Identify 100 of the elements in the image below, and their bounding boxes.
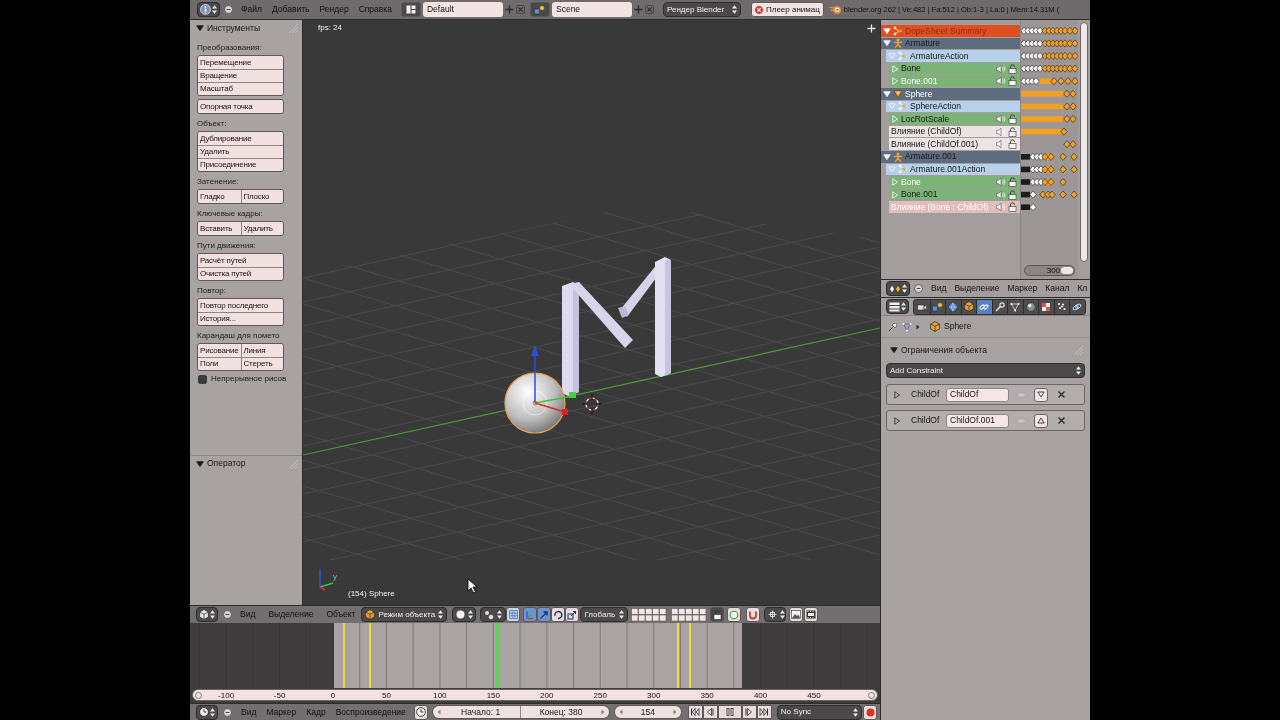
constraint-name-field[interactable]: ChildOf (946, 387, 1009, 402)
manipulator-button[interactable] (551, 607, 566, 622)
triangle-down-icon[interactable] (883, 26, 891, 35)
properties-tab[interactable] (1069, 299, 1085, 314)
tool-button[interactable]: Расчёт путей (198, 254, 283, 267)
editor-type-button[interactable] (886, 299, 909, 314)
menu-item[interactable]: Кл (1077, 284, 1088, 293)
channel-row[interactable]: Bone (889, 62, 1021, 75)
jump-start-button[interactable] (687, 705, 703, 719)
manipulator-button[interactable] (537, 607, 552, 622)
speaker-icon[interactable] (996, 202, 1007, 213)
lock-icon[interactable] (1008, 63, 1018, 74)
lock-icon[interactable] (1008, 202, 1018, 213)
tool-button[interactable]: Опорная точка (198, 100, 283, 113)
panel-title[interactable]: Оператор (207, 459, 246, 468)
speaker-icon[interactable] (996, 76, 1007, 87)
editor-type-button[interactable] (196, 607, 218, 622)
shading-dropdown[interactable] (452, 607, 477, 622)
timeline-ruler[interactable]: -100 -50 0 50 100 150 200 250 300 350 400 450 (192, 689, 878, 701)
scroll-handle-icon[interactable] (868, 691, 875, 699)
scroll-handle-icon[interactable] (195, 691, 202, 699)
channel-row[interactable]: Влияние (ChildOf.001) (889, 138, 1021, 150)
close-icon[interactable] (645, 5, 654, 14)
menu-item[interactable]: Вид (240, 610, 256, 619)
chevron-left-icon[interactable] (618, 709, 623, 715)
tool-button[interactable]: Поли (198, 357, 241, 370)
move-up-button[interactable] (1034, 413, 1048, 428)
lock-icon[interactable] (1008, 113, 1018, 124)
channel-row[interactable]: Влияние (ChildOf) (889, 125, 1021, 138)
channel-row[interactable]: Sphere (881, 87, 1021, 100)
menu-item[interactable]: Маркер (266, 707, 297, 717)
speaker-icon[interactable] (996, 139, 1007, 150)
pin-icon[interactable] (888, 321, 898, 332)
pivot-dropdown[interactable] (480, 607, 507, 622)
lock-icon[interactable] (1008, 176, 1018, 187)
tool-button[interactable]: Гладко (198, 190, 241, 203)
editor-type-button[interactable] (197, 2, 220, 17)
tool-button[interactable]: Линия (240, 344, 283, 357)
vertical-scrollbar[interactable] (1080, 22, 1089, 262)
record-button[interactable] (863, 704, 877, 720)
triangle-right-icon[interactable] (893, 416, 901, 425)
add-constraint-dropdown[interactable]: Add Constraint (886, 363, 1085, 378)
drag-handle-icon[interactable] (286, 458, 298, 469)
layout-button[interactable] (401, 2, 421, 17)
properties-tab[interactable] (976, 299, 992, 314)
tool-button[interactable]: Дублирование (198, 132, 283, 145)
mode-dropdown[interactable]: Режим объекта (361, 607, 448, 622)
menu-item[interactable]: Кадр (306, 707, 326, 717)
tool-button[interactable]: Вращение (198, 69, 283, 82)
channel-row[interactable]: Armature.001Action (886, 163, 1021, 176)
menu-item[interactable]: Воспроизведение (335, 707, 406, 717)
menu-item[interactable]: Файл (241, 5, 262, 14)
render-engine-dropdown[interactable]: Рендер Blender (663, 2, 741, 17)
tool-button[interactable]: Рисование (198, 344, 241, 357)
tool-button[interactable]: Удалить (198, 145, 283, 158)
chevron-right-icon[interactable] (672, 709, 677, 715)
tool-button[interactable]: Вставить (198, 222, 241, 235)
triangle-down-icon[interactable] (883, 89, 891, 98)
manipulator-button[interactable] (565, 607, 580, 622)
drag-handle-icon[interactable] (1071, 345, 1083, 355)
screen-name-field[interactable]: Default (423, 2, 503, 17)
menu-item[interactable]: Вид (931, 284, 947, 293)
tool-button[interactable]: Очистка путей (198, 267, 283, 280)
drag-handle-icon[interactable] (286, 23, 298, 33)
tool-button[interactable]: Повтор последнего (198, 299, 283, 312)
speaker-icon[interactable] (996, 63, 1007, 74)
render-animation-button[interactable] (804, 607, 819, 622)
snap-element-dropdown[interactable] (764, 607, 787, 622)
minus-circle-icon[interactable] (914, 284, 923, 293)
lock-icon[interactable] (1008, 139, 1018, 150)
tool-button[interactable]: Плоско (240, 190, 283, 203)
menu-item[interactable]: Вид (241, 707, 257, 717)
playback-button[interactable]: Плеер анимац (751, 2, 824, 17)
move-down-button[interactable] (1034, 387, 1048, 402)
scene-button[interactable] (530, 2, 550, 17)
properties-tab[interactable] (914, 299, 930, 314)
scrollbar-handle[interactable] (1061, 267, 1074, 274)
current-frame-field[interactable]: 154 (613, 705, 682, 719)
triangle-down-icon[interactable] (890, 346, 898, 354)
menu-item[interactable]: Канал (1045, 284, 1070, 293)
panel-title[interactable]: Инструменты (207, 23, 260, 33)
panel-title[interactable]: Ограничения объекта (901, 345, 987, 355)
align-button[interactable] (506, 607, 521, 622)
triangle-down-icon[interactable] (196, 24, 204, 32)
triangle-down-icon[interactable] (883, 152, 891, 161)
layer-grid[interactable] (671, 607, 708, 622)
snap-button[interactable] (746, 607, 761, 622)
menu-item[interactable]: Маркер (1007, 284, 1038, 293)
minus-circle-icon[interactable] (223, 707, 232, 717)
editor-type-button[interactable] (196, 704, 218, 720)
tool-button[interactable]: Перемещение (198, 56, 283, 69)
channel-row[interactable]: Bone.001 (889, 188, 1021, 201)
triangle-right-icon[interactable] (893, 390, 901, 399)
close-icon[interactable] (516, 5, 525, 14)
lock-icon[interactable] (1008, 189, 1018, 200)
triangle-down-icon[interactable] (196, 459, 204, 468)
minus-circle-icon[interactable] (223, 610, 232, 619)
orientation-dropdown[interactable]: Глобаль (580, 607, 629, 622)
speaker-icon[interactable] (996, 113, 1007, 124)
menu-item[interactable]: Добавить (271, 5, 310, 14)
